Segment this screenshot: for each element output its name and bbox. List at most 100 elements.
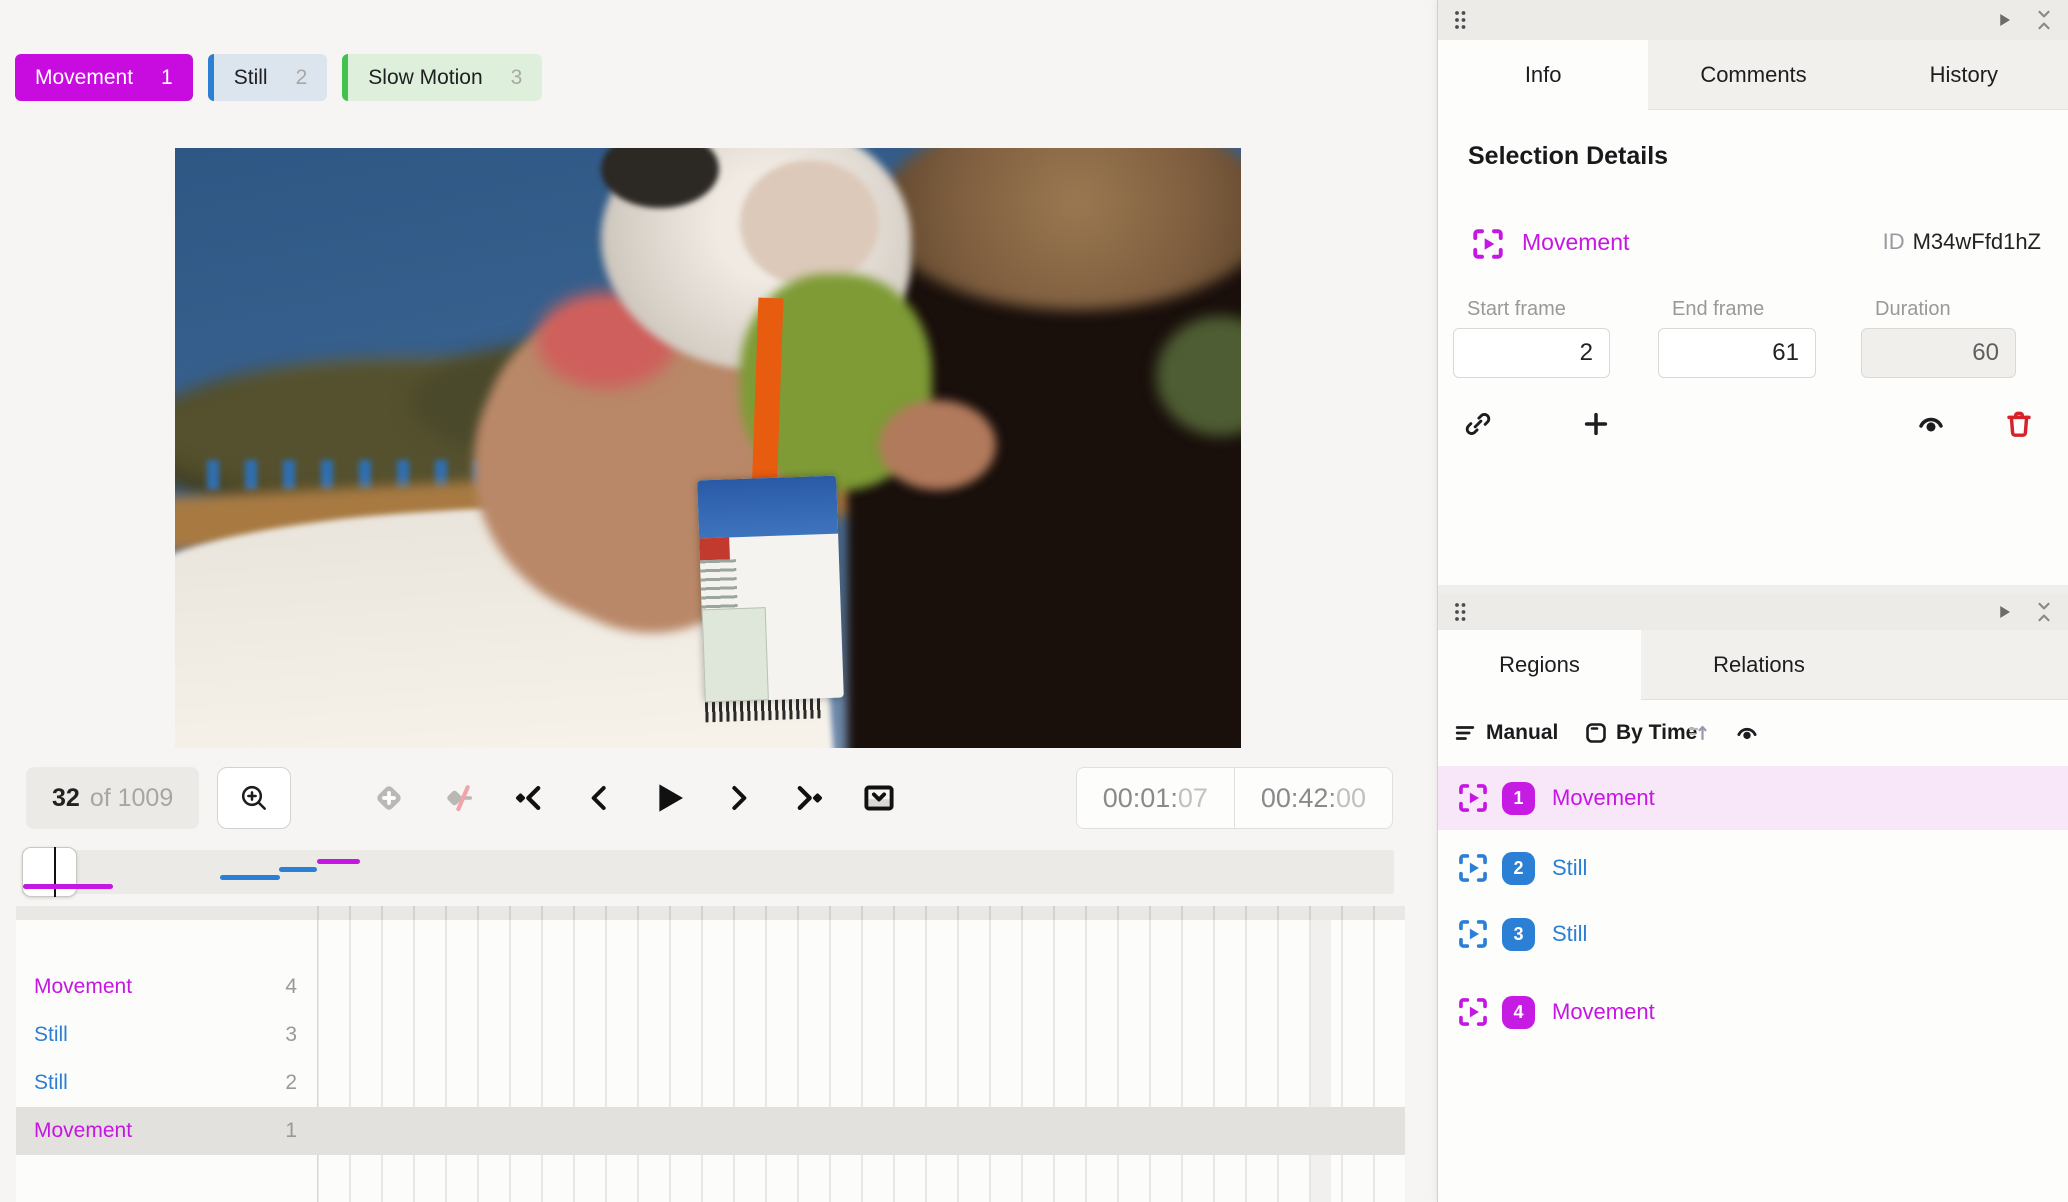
panel-header-icons [1995, 600, 2053, 624]
region-label: Movement [1552, 785, 1655, 810]
frame-counter: 32 of 1009 [26, 767, 200, 829]
timeline-panel: Movement 4 Still 3 Still 2 Movement 1 [16, 920, 1405, 1202]
track-row-still-3[interactable]: Still 3 [16, 1011, 1405, 1059]
next-keyframe-button[interactable] [783, 772, 835, 824]
timeline-zoom-button[interactable] [217, 767, 292, 829]
panel-run-icon[interactable] [1995, 603, 2013, 621]
diamond-plus-icon [372, 781, 406, 815]
link-relation-button[interactable] [1460, 406, 1496, 442]
play-button[interactable] [643, 772, 695, 824]
collapse-panel-icon[interactable] [2035, 8, 2053, 32]
badge-photo [701, 606, 769, 703]
right-panel: Info Comments History Selection Details … [1437, 0, 2068, 1202]
hand-region [878, 400, 996, 490]
tab-comments[interactable]: Comments [1648, 40, 1858, 109]
id-value: M34wFfd1hZ [1912, 229, 2041, 254]
minimap-segment [219, 874, 280, 880]
regions-panel-tabs: Regions Relations [1438, 630, 2068, 700]
collapse-panel-icon[interactable] [2035, 600, 2053, 624]
next-frame-button[interactable] [713, 772, 765, 824]
chip-movement-hotkey: 1 [161, 65, 173, 89]
id-label: ID [1882, 229, 1905, 254]
regions-panel-header [1438, 594, 2068, 630]
by-time-icon[interactable] [1584, 721, 1608, 745]
badge-barcode [704, 698, 822, 723]
region-row-4-movement[interactable]: 4 Movement [1438, 986, 2068, 1038]
total-frames: of 1009 [89, 783, 174, 812]
tabs-filler [1877, 630, 2068, 699]
region-row-1-movement[interactable]: 1 Movement [1438, 766, 2068, 830]
minimap-track[interactable] [22, 847, 1394, 897]
start-frame-input[interactable] [1453, 328, 1610, 378]
magnifier-plus-icon [238, 782, 270, 814]
badge-logo [698, 537, 730, 561]
opossum-face [739, 160, 879, 286]
tab-info[interactable]: Info [1438, 40, 1649, 109]
tab-history[interactable]: History [1859, 40, 2068, 109]
start-frame-label: Start frame [1467, 298, 1566, 320]
filter-mode-label[interactable]: Manual [1486, 721, 1558, 745]
current-frame: 32 [52, 783, 80, 812]
tab-comments-label: Comments [1700, 61, 1807, 87]
video-frame[interactable] [175, 148, 1241, 748]
chip-movement[interactable]: Movement 1 [15, 54, 193, 101]
previous-keyframe-button[interactable] [503, 772, 555, 824]
chip-slow-motion-label: Slow Motion [368, 65, 483, 89]
region-label: Still [1552, 855, 1588, 880]
timeline-ruler [16, 906, 1405, 920]
info-panel-header [1438, 0, 2068, 40]
previous-frame-button[interactable] [573, 772, 625, 824]
minimap-window-handle[interactable] [22, 847, 77, 897]
delete-selection-button[interactable] [2001, 406, 2037, 442]
minimap-playhead[interactable] [53, 847, 56, 897]
badge-header [696, 475, 838, 539]
region-row-3-still[interactable]: 3 Still [1438, 908, 2068, 960]
add-keyframe-button[interactable] [363, 772, 415, 824]
total-time-frames: 00 [1335, 782, 1366, 813]
tab-relations-label: Relations [1713, 651, 1805, 677]
filter-icon[interactable] [1454, 722, 1476, 744]
minimap-segment [316, 858, 360, 864]
info-panel-tabs: Info Comments History [1438, 40, 2068, 110]
track-row-movement-1[interactable]: Movement 1 [16, 1107, 1405, 1155]
sort-direction-icon[interactable] [1686, 721, 1710, 745]
panel-run-icon[interactable] [1995, 11, 2013, 29]
track-number: 2 [285, 1071, 297, 1094]
drag-handle-icon[interactable] [1452, 600, 1468, 624]
chip-still[interactable]: Still 2 [207, 54, 328, 101]
toggle-visibility-button[interactable] [1913, 406, 1949, 442]
region-row-2-still[interactable]: 2 Still [1438, 842, 2068, 894]
ruler-ticks [317, 906, 1405, 920]
track-number: 3 [285, 1023, 297, 1046]
chip-slow-motion[interactable]: Slow Motion 3 [342, 54, 543, 101]
selection-summary-row: Movement ID M34wFfd1hZ [1438, 222, 2068, 266]
next-keyframe-icon [792, 781, 826, 815]
timeline-panel-toggle-button[interactable] [853, 772, 905, 824]
playback-controls: 32 of 1009 00:01: 07 00:42: 00 [26, 765, 1393, 831]
current-time-mmss: 00:01: [1102, 782, 1178, 813]
total-time: 00:42: 00 [1233, 768, 1392, 828]
panel-header-icons [1995, 8, 2053, 32]
current-time-frames: 07 [1177, 782, 1208, 813]
toggle-all-visibility-icon[interactable] [1734, 720, 1760, 746]
regions-list-section: Manual By Time 1 Movement 2 Still 3 Stil… [1438, 700, 2068, 1202]
track-label: Still [34, 1071, 68, 1094]
chip-still-label: Still [233, 65, 268, 89]
drag-handle-icon[interactable] [1452, 8, 1468, 32]
add-attribute-button[interactable] [1578, 406, 1614, 442]
selection-details-section: Selection Details Movement ID M34wFfd1hZ … [1438, 110, 2068, 585]
track-row-still-2[interactable]: Still 2 [16, 1059, 1405, 1107]
tab-regions-label: Regions [1499, 651, 1580, 677]
end-frame-input[interactable] [1658, 328, 1816, 378]
remove-keyframe-button[interactable] [433, 772, 485, 824]
track-number: 1 [285, 1119, 297, 1142]
tab-relations[interactable]: Relations [1641, 630, 1877, 699]
track-row-movement-4[interactable]: Movement 4 [16, 963, 1405, 1011]
segment-icon [1456, 781, 1490, 815]
tab-regions[interactable]: Regions [1438, 630, 1641, 699]
video-annotation-app: { "colors": { "magenta": "#c516e2", "blu… [0, 0, 2068, 1202]
chip-movement-label: Movement [35, 65, 134, 89]
video-area [16, 148, 1405, 748]
duration-input [1861, 328, 2016, 378]
prev-keyframe-icon [512, 781, 546, 815]
